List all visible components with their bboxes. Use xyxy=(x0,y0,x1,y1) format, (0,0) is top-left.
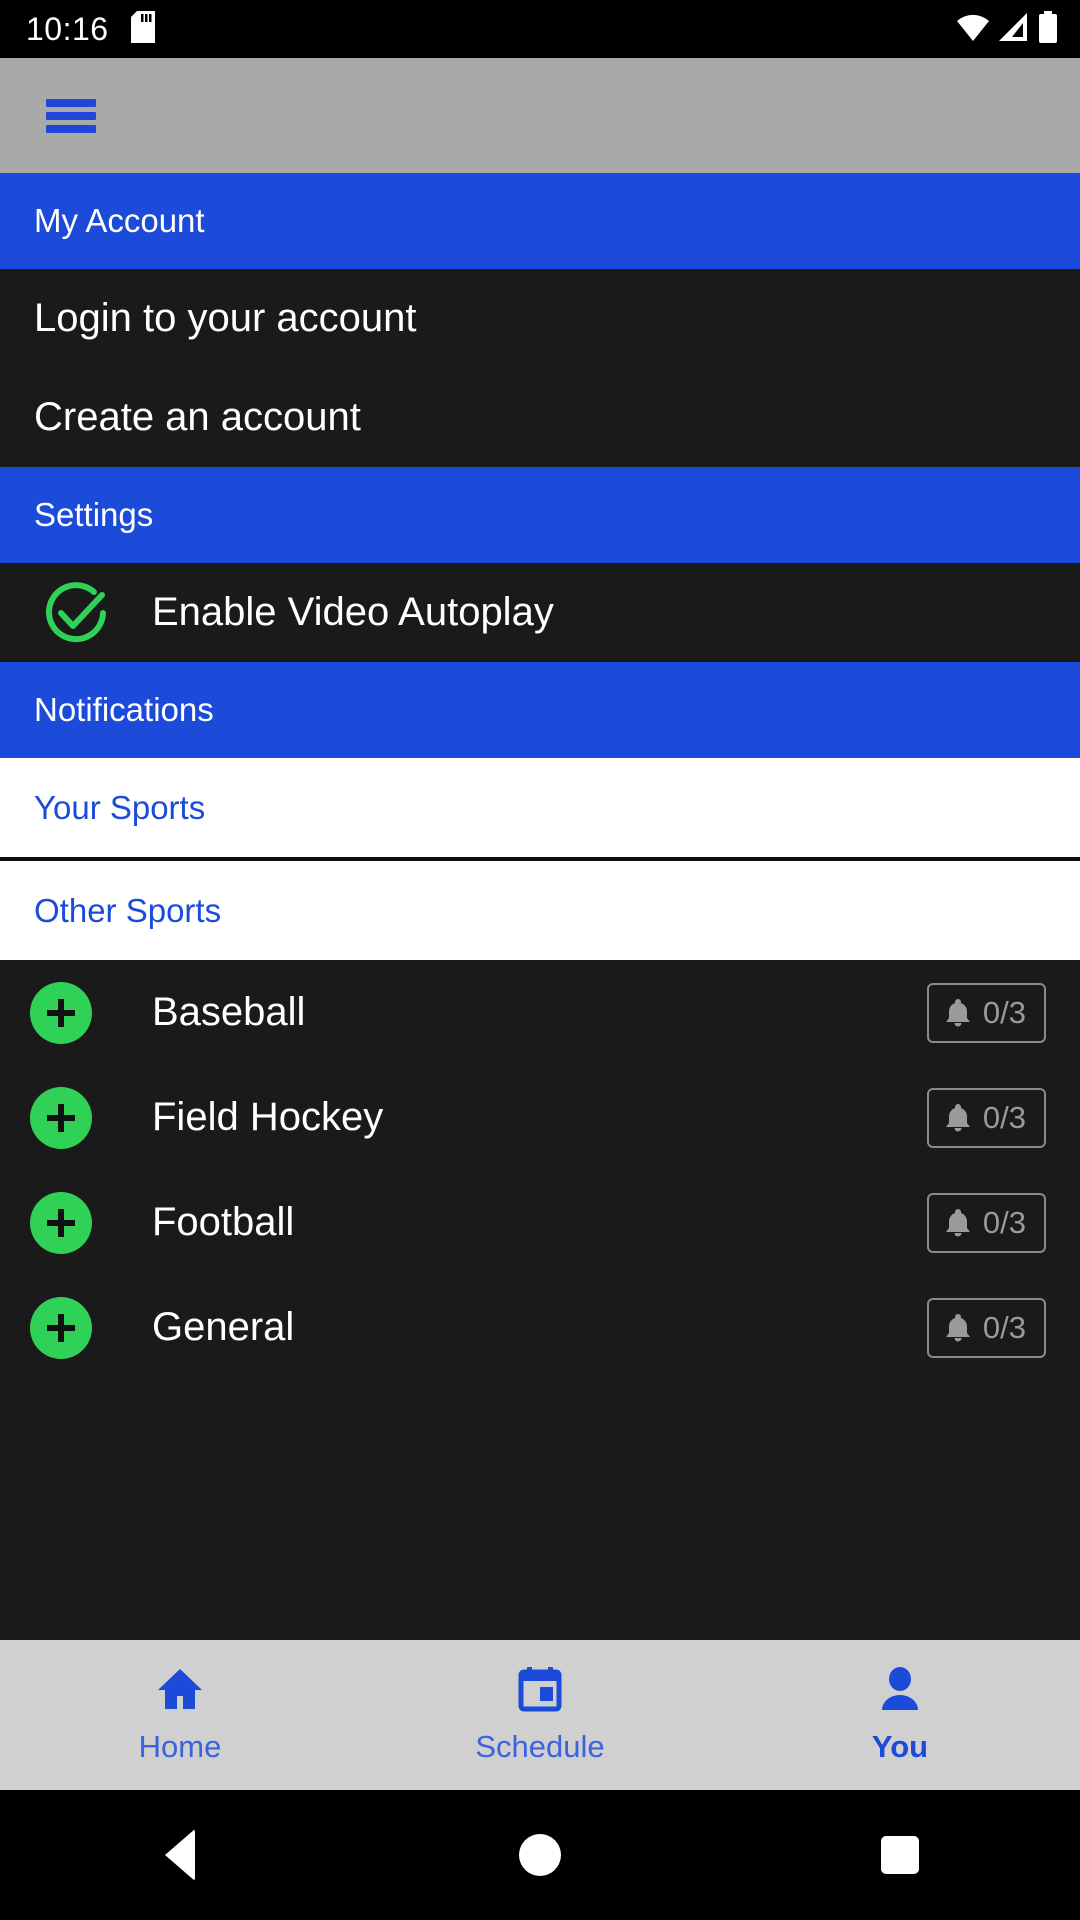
bottom-navigation-bar: Home Schedule You xyxy=(0,1640,1080,1790)
system-back-button[interactable] xyxy=(0,1829,360,1881)
bell-icon xyxy=(943,996,973,1030)
calendar-icon xyxy=(518,1666,562,1717)
check-circle-icon[interactable] xyxy=(0,579,152,647)
sport-name: Football xyxy=(152,1200,295,1244)
plus-circle-icon[interactable] xyxy=(30,1086,92,1149)
setting-row-video-autoplay[interactable]: Enable Video Autoplay xyxy=(0,563,1080,662)
bell-icon xyxy=(943,1101,973,1135)
nav-tab-label-schedule: Schedule xyxy=(475,1728,605,1764)
person-icon xyxy=(878,1666,922,1717)
hamburger-bar xyxy=(46,111,96,120)
menu-item-create-account[interactable]: Create an account xyxy=(0,368,1080,467)
section-header-my-account: My Account xyxy=(0,173,1080,269)
bell-icon xyxy=(943,1206,973,1240)
status-bar-clock: 10:16 xyxy=(26,11,109,47)
tab-other-sports[interactable]: Other Sports xyxy=(0,861,1080,960)
notification-count-label: 0/3 xyxy=(982,994,1026,1030)
cellular-signal-icon xyxy=(999,12,1029,46)
system-home-button[interactable] xyxy=(360,1834,720,1876)
notification-count-chip[interactable]: 0/3 xyxy=(926,1297,1046,1358)
recents-square-icon xyxy=(881,1836,919,1874)
nav-tab-label-you: You xyxy=(871,1728,929,1764)
notification-count-chip[interactable]: 0/3 xyxy=(926,1192,1046,1253)
list-item[interactable]: Field Hockey 0/3 xyxy=(0,1065,1080,1170)
home-icon xyxy=(156,1666,204,1717)
hamburger-menu-icon[interactable] xyxy=(46,98,96,133)
hamburger-bar xyxy=(46,124,96,133)
sports-list[interactable]: Baseball 0/3 Field Hockey 0/3 Football 0… xyxy=(0,960,1080,1640)
phone-screen: 10:16 My Account Login to your account C… xyxy=(0,0,1080,1920)
nav-tab-you[interactable]: You xyxy=(720,1666,1080,1765)
sd-card-icon xyxy=(130,10,155,48)
plus-circle-icon[interactable] xyxy=(30,981,92,1044)
notification-count-chip[interactable]: 0/3 xyxy=(926,1087,1046,1148)
system-navigation-bar xyxy=(0,1790,1080,1920)
hamburger-bar xyxy=(46,98,96,107)
nav-tab-home[interactable]: Home xyxy=(0,1666,360,1765)
plus-circle-icon[interactable] xyxy=(30,1296,92,1359)
wifi-icon xyxy=(956,13,990,46)
section-header-notifications: Notifications xyxy=(0,662,1080,758)
sport-name: Field Hockey xyxy=(152,1095,384,1139)
system-recents-button[interactable] xyxy=(720,1836,1080,1874)
nav-tab-schedule[interactable]: Schedule xyxy=(360,1666,720,1765)
status-bar-icons xyxy=(956,10,1058,48)
sport-name: Baseball xyxy=(152,990,306,1034)
bell-icon xyxy=(943,1311,973,1345)
notification-count-chip[interactable]: 0/3 xyxy=(926,982,1046,1043)
menu-item-login[interactable]: Login to your account xyxy=(0,269,1080,368)
tab-your-sports[interactable]: Your Sports xyxy=(0,758,1080,857)
notification-count-label: 0/3 xyxy=(982,1099,1026,1135)
app-bar xyxy=(0,58,1080,173)
plus-circle-icon[interactable] xyxy=(30,1191,92,1254)
battery-icon xyxy=(1038,10,1058,48)
sport-name: General xyxy=(152,1305,295,1349)
notification-count-label: 0/3 xyxy=(982,1204,1026,1240)
status-bar: 10:16 xyxy=(0,0,1080,58)
home-circle-icon xyxy=(519,1834,561,1876)
back-triangle-icon xyxy=(165,1829,195,1881)
setting-label-video-autoplay: Enable Video Autoplay xyxy=(152,590,554,634)
notification-count-label: 0/3 xyxy=(982,1309,1026,1345)
section-header-settings: Settings xyxy=(0,467,1080,563)
list-item[interactable]: Football 0/3 xyxy=(0,1170,1080,1275)
nav-tab-label-home: Home xyxy=(138,1728,222,1764)
list-item[interactable]: General 0/3 xyxy=(0,1275,1080,1380)
list-item[interactable]: Baseball 0/3 xyxy=(0,960,1080,1065)
